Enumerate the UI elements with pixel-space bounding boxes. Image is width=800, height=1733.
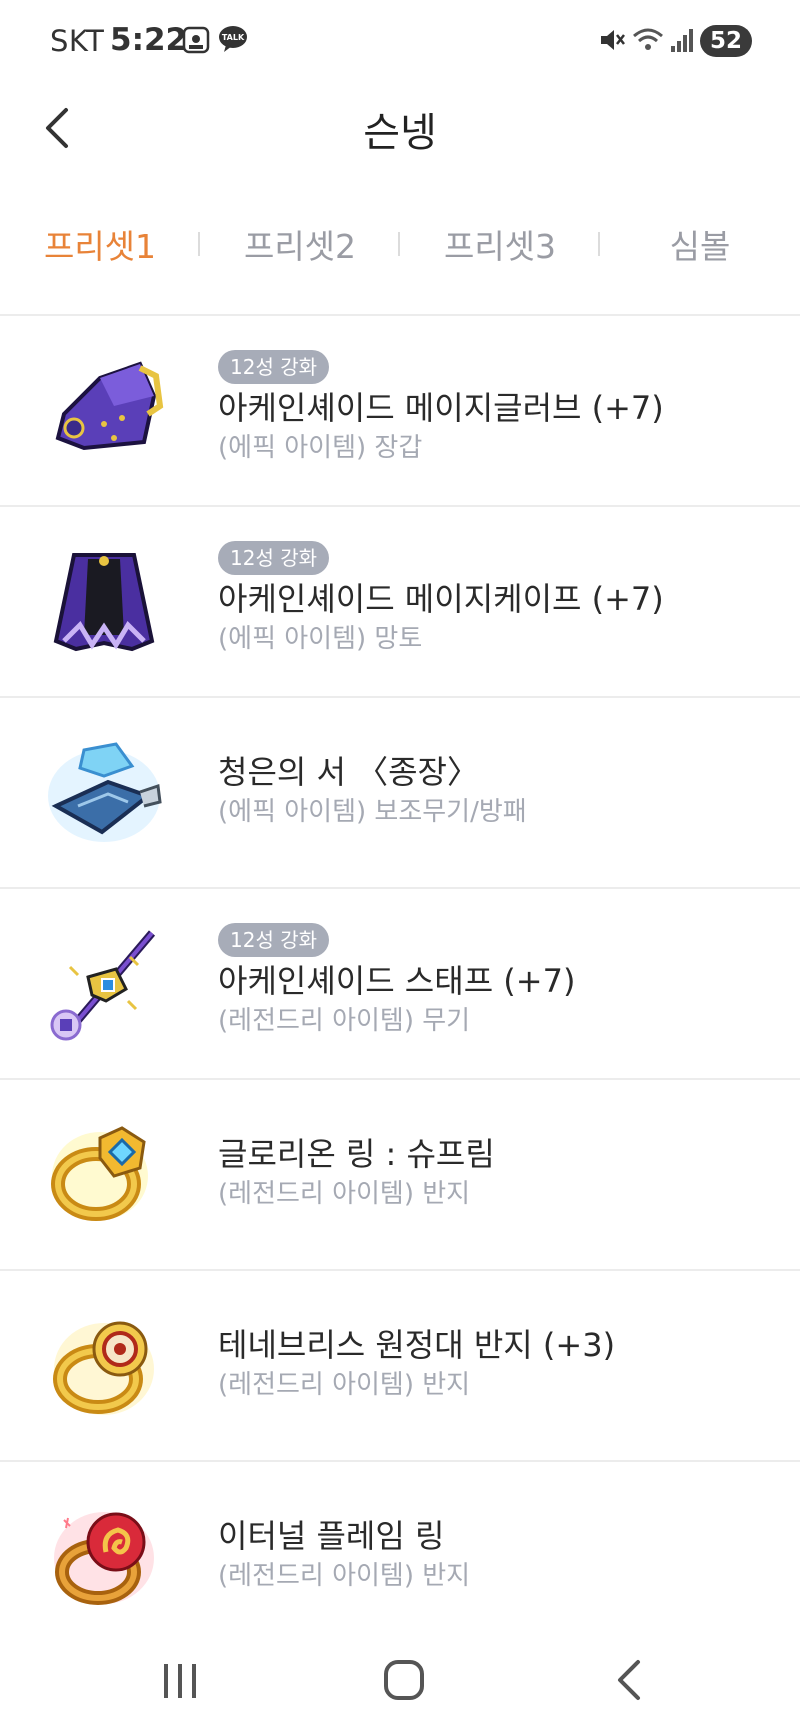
recent-apps-icon <box>164 1664 196 1698</box>
item-category: (레전드리 아이템) 반지 <box>218 1179 471 1209</box>
item-category: (에픽 아이템) 보조무기/방패 <box>218 797 527 827</box>
system-nav-bar <box>0 1620 800 1733</box>
wifi-icon <box>632 26 664 58</box>
tab-symbol[interactable]: 심볼 <box>600 220 800 268</box>
mute-icon <box>598 26 626 58</box>
item-category: (에픽 아이템) 장갑 <box>218 433 423 463</box>
preset-tabs: 프리셋1 프리셋2 프리셋3 심볼 <box>0 210 800 276</box>
item-category: (레전드리 아이템) 반지 <box>218 1370 471 1400</box>
list-item[interactable]: 12성 강화 아케인셰이드 메이지글러브 (+7) (에픽 아이템) 장갑 <box>0 316 800 507</box>
enhance-badge: 12성 강화 <box>218 923 330 957</box>
item-name: 글로리온 링 : 슈프림 <box>218 1135 495 1173</box>
book-icon <box>44 736 164 850</box>
ring-icon <box>44 1500 164 1614</box>
cape-icon <box>44 545 164 659</box>
back-icon <box>618 1660 640 1700</box>
carrier-label: SKT <box>50 24 105 58</box>
item-name: 아케인셰이드 메이지케이프 (+7) <box>218 580 664 618</box>
staff-icon <box>44 927 164 1041</box>
list-item[interactable]: 글로리온 링 : 슈프림 (레전드리 아이템) 반지 <box>0 1080 800 1271</box>
signal-icon <box>670 26 694 58</box>
list-item[interactable]: 12성 강화 아케인셰이드 메이지케이프 (+7) (에픽 아이템) 망토 <box>0 507 800 698</box>
item-name: 아케인셰이드 스태프 (+7) <box>218 962 576 1000</box>
ring-icon <box>44 1309 164 1423</box>
item-category: (에픽 아이템) 망토 <box>218 624 423 654</box>
tab-preset-1[interactable]: 프리셋1 <box>0 220 200 268</box>
screenshot-icon <box>182 26 210 58</box>
list-item[interactable]: 청은의 서 〈종장〉 (에픽 아이템) 보조무기/방패 <box>0 698 800 889</box>
item-name: 테네브리스 원정대 반지 (+3) <box>218 1326 616 1364</box>
item-category: (레전드리 아이템) 반지 <box>218 1561 471 1591</box>
tab-preset-3[interactable]: 프리셋3 <box>400 220 600 268</box>
home-button[interactable] <box>374 1650 434 1710</box>
system-back-button[interactable] <box>600 1650 660 1710</box>
item-name: 아케인셰이드 메이지글러브 (+7) <box>218 389 664 427</box>
item-category: (레전드리 아이템) 무기 <box>218 1006 471 1036</box>
battery-indicator: 52 <box>700 25 752 57</box>
status-bar: SKT 5:22 TALK 52 <box>0 0 800 84</box>
clock: 5:22 <box>110 22 188 58</box>
list-item[interactable]: 테네브리스 원정대 반지 (+3) (레전드리 아이템) 반지 <box>0 1271 800 1462</box>
item-name: 이터널 플레임 링 <box>218 1517 445 1555</box>
kakaotalk-icon: TALK <box>218 24 248 58</box>
home-icon <box>384 1660 424 1700</box>
tab-preset-2[interactable]: 프리셋2 <box>200 220 400 268</box>
ring-icon <box>44 1118 164 1232</box>
list-item[interactable]: 12성 강화 아케인셰이드 스태프 (+7) (레전드리 아이템) 무기 <box>0 889 800 1080</box>
enhance-badge: 12성 강화 <box>218 541 330 575</box>
glove-icon <box>44 354 164 468</box>
item-name: 청은의 서 〈종장〉 <box>218 753 479 791</box>
enhance-badge: 12성 강화 <box>218 350 330 384</box>
svg-text:TALK: TALK <box>222 33 245 42</box>
page-title: 슨넹 <box>363 110 437 156</box>
equipment-list: 12성 강화 아케인셰이드 메이지글러브 (+7) (에픽 아이템) 장갑 12… <box>0 316 800 1653</box>
recent-apps-button[interactable] <box>150 1650 210 1710</box>
